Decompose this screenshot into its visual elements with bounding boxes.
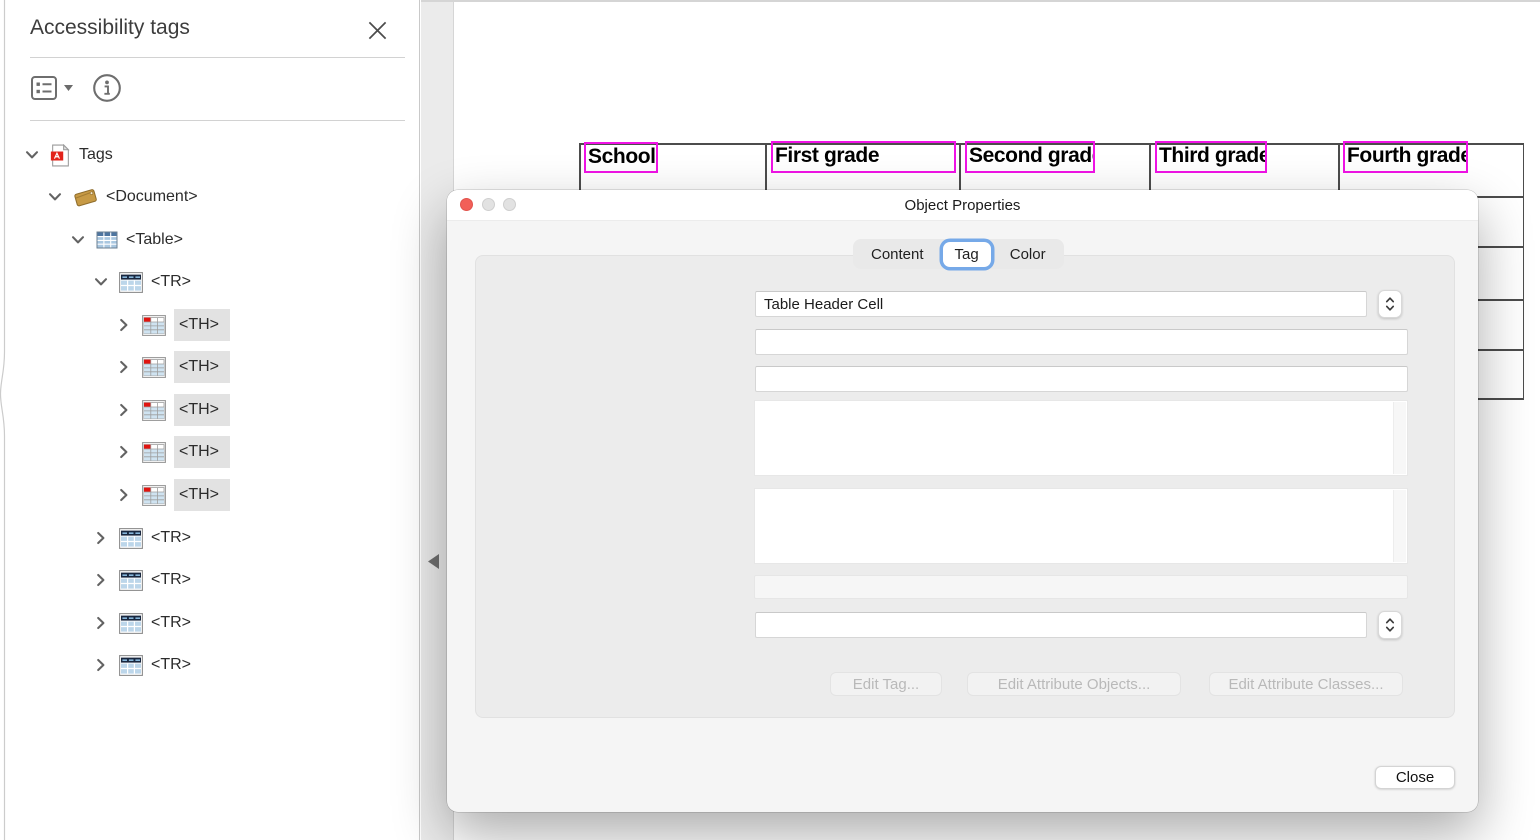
zoom-window-button[interactable] bbox=[503, 198, 516, 211]
tree-item-table[interactable]: <Table> bbox=[0, 219, 420, 261]
tree-item-label: <TH> bbox=[174, 436, 230, 468]
type-combobox[interactable] bbox=[755, 291, 1367, 317]
dialog-title: Object Properties bbox=[447, 190, 1478, 221]
chevron-right-icon[interactable] bbox=[116, 487, 132, 503]
scrollbar-track bbox=[1393, 402, 1406, 474]
alt-text-images-textarea[interactable] bbox=[754, 400, 1408, 476]
separator bbox=[30, 120, 405, 121]
table-header-cell-school[interactable]: School bbox=[584, 142, 658, 173]
table-row-icon bbox=[119, 655, 143, 676]
table-header-cell-third-grade[interactable]: Third grade bbox=[1155, 141, 1267, 173]
scrollbar-track bbox=[1393, 490, 1406, 562]
table-row-icon bbox=[119, 613, 143, 634]
tree-item-label: <TH> bbox=[174, 309, 230, 341]
object-properties-dialog: Object Properties Content Tag Color Type… bbox=[447, 190, 1478, 812]
table-header-cell-icon bbox=[142, 442, 166, 463]
edit-tag-button[interactable]: Edit Tag... bbox=[830, 672, 942, 696]
table-header-cell-icon bbox=[142, 485, 166, 506]
minimize-window-button[interactable] bbox=[482, 198, 495, 211]
tree-item-th[interactable]: <TH> bbox=[0, 389, 420, 431]
tag-group-box bbox=[475, 255, 1455, 718]
tree-item-label: <Table> bbox=[126, 231, 183, 249]
tree-item-label: <TH> bbox=[174, 479, 230, 511]
table-header-cell-first-grade[interactable]: First grade bbox=[771, 141, 956, 173]
accessibility-tags-panel: Accessibility tags Tags <Document> <Tabl bbox=[0, 0, 420, 840]
app-window: School First grade Second grade Third gr… bbox=[0, 0, 1540, 840]
tree-item-tags[interactable]: Tags bbox=[0, 134, 420, 176]
chevron-right-icon[interactable] bbox=[93, 615, 109, 631]
tree-item-label: <TR> bbox=[151, 614, 191, 632]
chevron-right-icon[interactable] bbox=[116, 359, 132, 375]
chevron-down-icon[interactable] bbox=[70, 232, 86, 248]
table-header-cell-second-grade[interactable]: Second grade bbox=[965, 141, 1095, 173]
tree-item-tr[interactable]: <TR> bbox=[0, 559, 420, 601]
tree-item-th[interactable]: <TH> bbox=[0, 474, 420, 516]
tab-color[interactable]: Color bbox=[995, 242, 1061, 267]
options-menu-button[interactable] bbox=[30, 74, 73, 102]
tab-tag[interactable]: Tag bbox=[943, 242, 991, 267]
alt-desc-links-textarea[interactable] bbox=[754, 488, 1408, 564]
tree-item-tr[interactable]: <TR> bbox=[0, 261, 420, 303]
tree-item-label: <TH> bbox=[174, 394, 230, 426]
list-options-icon bbox=[30, 74, 58, 102]
close-panel-icon[interactable] bbox=[364, 17, 390, 43]
document-top-border bbox=[421, 0, 1540, 2]
chevron-right-icon[interactable] bbox=[93, 530, 109, 546]
tree-item-label: <Document> bbox=[106, 188, 198, 206]
edit-attribute-classes-button[interactable]: Edit Attribute Classes... bbox=[1209, 672, 1403, 696]
type-stepper[interactable] bbox=[1378, 290, 1402, 318]
table-icon bbox=[96, 230, 118, 250]
pdf-icon bbox=[50, 144, 71, 167]
table-header-cell-icon bbox=[142, 400, 166, 421]
language-combobox[interactable] bbox=[755, 612, 1367, 638]
tag-icon bbox=[73, 186, 98, 209]
table-border bbox=[1523, 143, 1525, 399]
tab-content[interactable]: Content bbox=[856, 242, 939, 267]
language-stepper[interactable] bbox=[1378, 611, 1402, 639]
tree-item-tr[interactable]: <TR> bbox=[0, 517, 420, 559]
tree-item-label: <TR> bbox=[151, 529, 191, 547]
edit-attribute-objects-button[interactable]: Edit Attribute Objects... bbox=[967, 672, 1181, 696]
tree-item-label: <TR> bbox=[151, 656, 191, 674]
info-icon bbox=[92, 73, 122, 103]
dialog-tab-bar: Content Tag Color bbox=[853, 239, 1064, 269]
tree-item-th[interactable]: <TH> bbox=[0, 346, 420, 388]
chevron-right-icon[interactable] bbox=[116, 317, 132, 333]
close-button[interactable]: Close bbox=[1375, 766, 1455, 789]
collapse-panel-icon[interactable] bbox=[427, 553, 440, 570]
tree-item-tr[interactable]: <TR> bbox=[0, 602, 420, 644]
info-button[interactable] bbox=[92, 73, 122, 103]
tree-item-label: <TR> bbox=[151, 571, 191, 589]
chevron-right-icon[interactable] bbox=[116, 444, 132, 460]
tree-item-label: <TR> bbox=[151, 273, 191, 291]
table-row-icon bbox=[119, 272, 143, 293]
table-header-cell-fourth-grade[interactable]: Fourth grade bbox=[1343, 141, 1468, 173]
table-header-cell-icon bbox=[142, 357, 166, 378]
chevron-down-icon[interactable] bbox=[47, 189, 63, 205]
actual-text-input[interactable] bbox=[755, 366, 1408, 392]
panel-title: Accessibility tags bbox=[30, 16, 190, 40]
chevron-down-icon[interactable] bbox=[93, 274, 109, 290]
chevron-right-icon[interactable] bbox=[93, 572, 109, 588]
table-header-cell-icon bbox=[142, 315, 166, 336]
separator bbox=[30, 57, 405, 58]
id-input[interactable] bbox=[754, 575, 1408, 599]
table-row-icon bbox=[119, 528, 143, 549]
tree-item-label: Tags bbox=[79, 146, 113, 164]
table-row-icon bbox=[119, 570, 143, 591]
tree-item-label: <TH> bbox=[174, 351, 230, 383]
chevron-right-icon[interactable] bbox=[116, 402, 132, 418]
tree-item-th[interactable]: <TH> bbox=[0, 431, 420, 473]
tree-item-tr[interactable]: <TR> bbox=[0, 644, 420, 686]
dropdown-caret-icon bbox=[64, 85, 73, 91]
tree-item-document[interactable]: <Document> bbox=[0, 176, 420, 218]
chevron-right-icon[interactable] bbox=[93, 657, 109, 673]
tree-item-th[interactable]: <TH> bbox=[0, 304, 420, 346]
title-input[interactable] bbox=[755, 329, 1408, 355]
close-window-button[interactable] bbox=[460, 198, 473, 211]
chevron-down-icon[interactable] bbox=[24, 147, 40, 163]
